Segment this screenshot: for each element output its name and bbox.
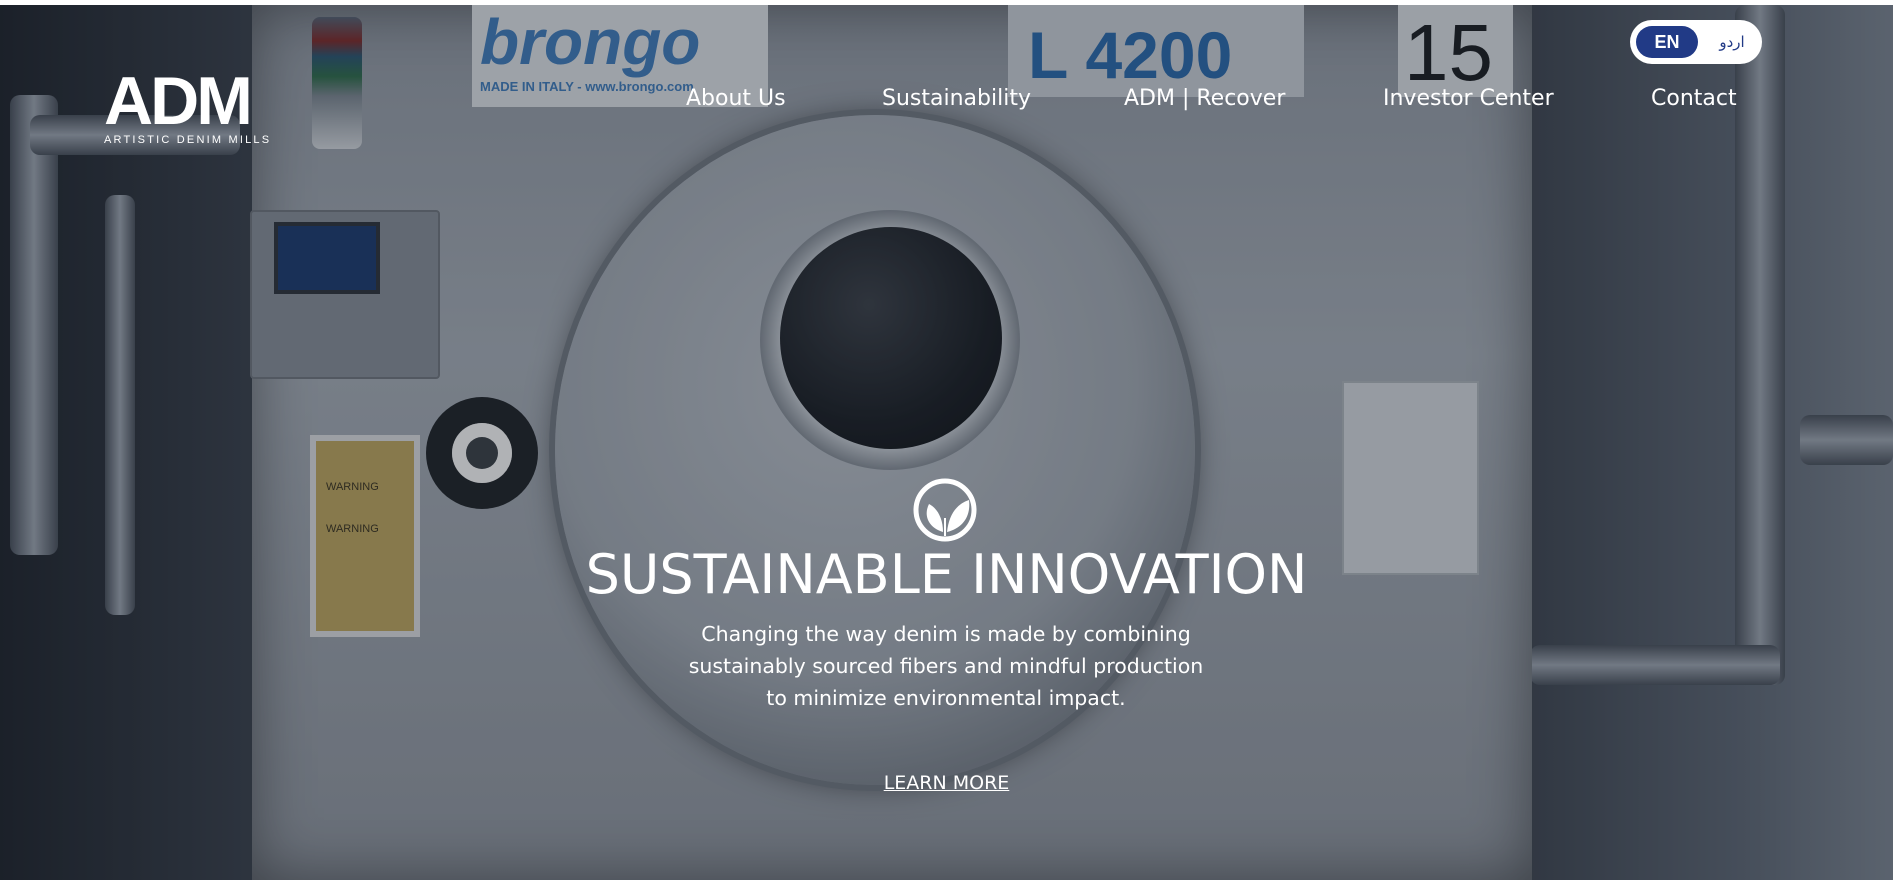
hero-subtitle-line: sustainably sourced fibers and mindful p… [688, 654, 1204, 678]
language-switcher: EN اردو [1630, 20, 1762, 64]
nav-about-us[interactable]: About Us [686, 86, 786, 111]
logo-wordmark: ADM [104, 63, 253, 139]
nav-investor-center[interactable]: Investor Center [1383, 86, 1554, 111]
hero-subtitle-line: Changing the way denim is made by combin… [701, 622, 1191, 646]
nav-adm-recover[interactable]: ADM | Recover [1124, 86, 1285, 111]
language-urdu-button[interactable]: اردو [1710, 26, 1754, 58]
language-en-button[interactable]: EN [1636, 26, 1698, 58]
cta-container: LEARN MORE [0, 772, 1893, 794]
leaf-circle-icon [913, 478, 977, 542]
nav-sustainability[interactable]: Sustainability [882, 86, 1031, 111]
learn-more-link[interactable]: LEARN MORE [884, 772, 1010, 794]
hero-subtitle: Changing the way denim is made by combin… [646, 618, 1246, 714]
hero-subtitle-line: to minimize environmental impact. [766, 686, 1126, 710]
adm-logo[interactable]: ADM ARTISTIC DENIM MILLS [104, 63, 286, 146]
nav-contact[interactable]: Contact [1651, 86, 1737, 111]
hero-title: SUSTAINABLE INNOVATION [585, 543, 1308, 606]
logo-subtitle: ARTISTIC DENIM MILLS [104, 134, 272, 146]
